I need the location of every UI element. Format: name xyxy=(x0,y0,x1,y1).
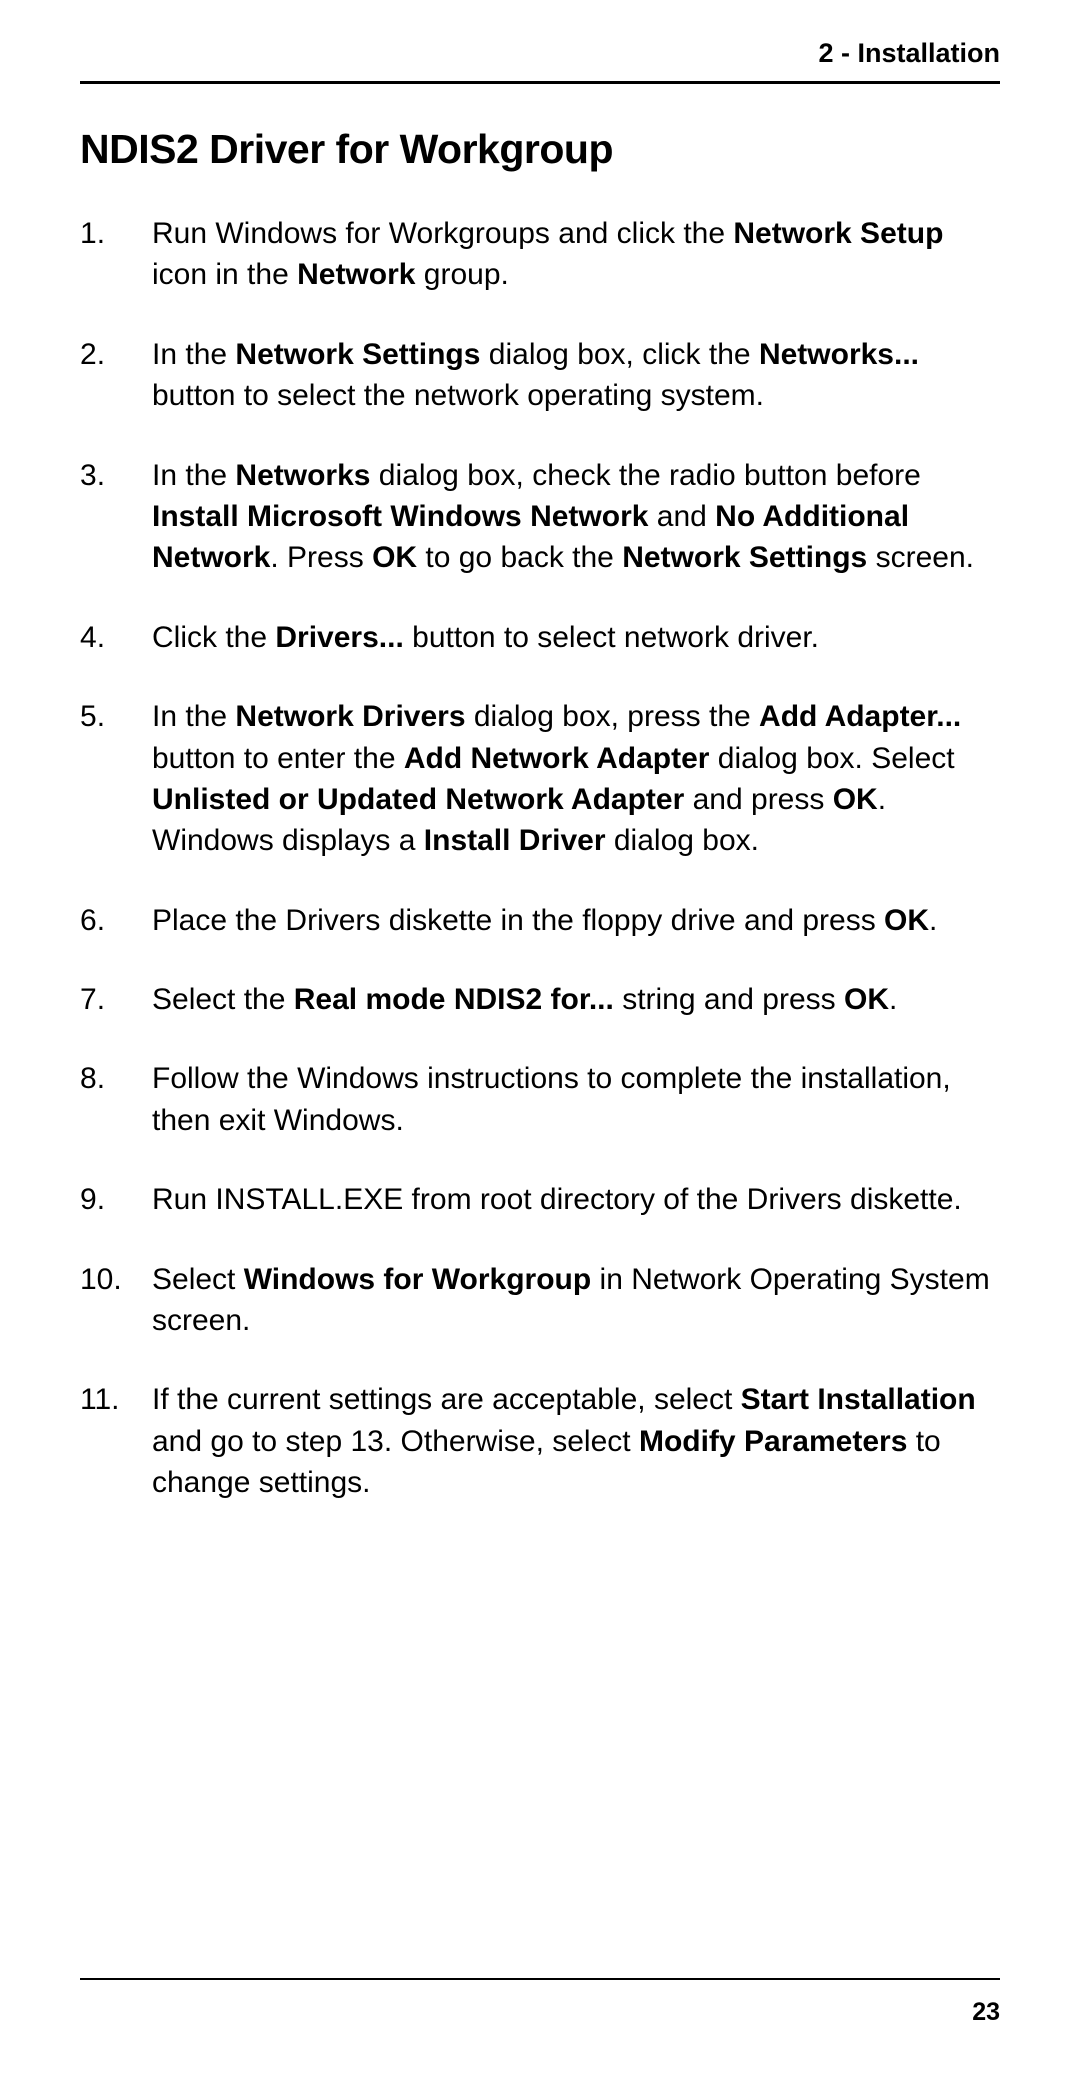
section-heading: NDIS2 Driver for Workgroup xyxy=(80,126,1000,173)
step-10: Select Windows for Workgroup in Network … xyxy=(80,1259,1000,1342)
step-1: Run Windows for Workgroups and click the… xyxy=(80,213,1000,296)
step-7: Select the Real mode NDIS2 for... string… xyxy=(80,979,1000,1020)
step-4: Click the Drivers... button to select ne… xyxy=(80,617,1000,658)
instruction-list: Run Windows for Workgroups and click the… xyxy=(80,213,1000,1504)
step-8: Follow the Windows instructions to compl… xyxy=(80,1058,1000,1141)
header: 2 - Installation xyxy=(80,38,1000,84)
chapter-label: 2 - Installation xyxy=(818,38,1000,68)
step-3: In the Networks dialog box, check the ra… xyxy=(80,455,1000,579)
page-number: 23 xyxy=(972,1998,1000,2026)
step-11: If the current settings are acceptable, … xyxy=(80,1379,1000,1503)
step-2: In the Network Settings dialog box, clic… xyxy=(80,334,1000,417)
footer: 23 xyxy=(80,1978,1000,2027)
step-6: Place the Drivers diskette in the floppy… xyxy=(80,900,1000,941)
step-5: In the Network Drivers dialog box, press… xyxy=(80,696,1000,862)
step-9: Run INSTALL.EXE from root directory of t… xyxy=(80,1179,1000,1220)
